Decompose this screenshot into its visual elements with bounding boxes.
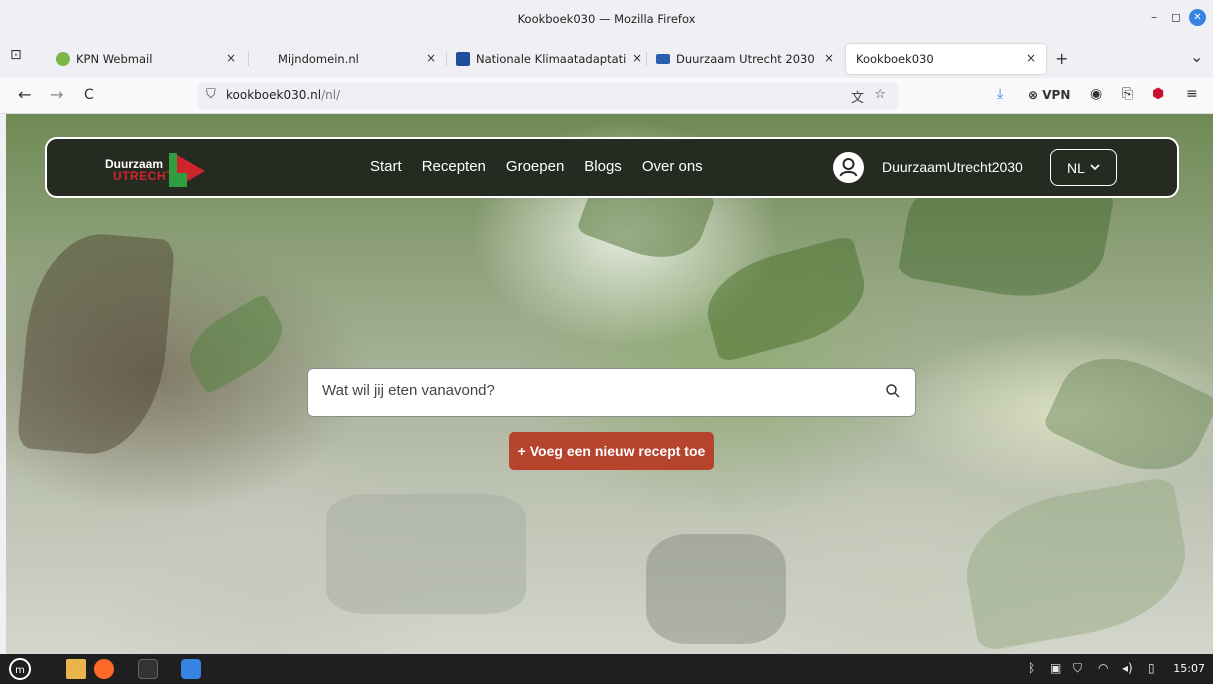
window-title: Kookboek030 — Mozilla Firefox [517, 12, 696, 26]
tab-nationale-klimaatadaptatie[interactable]: Nationale Klimaatadaptatie × [446, 44, 646, 74]
tab-label: Nationale Klimaatadaptatie [476, 52, 626, 66]
url-path: /nl/ [321, 88, 341, 102]
maximize-button[interactable]: ◻ [1171, 10, 1181, 24]
tab-overview-icon[interactable]: ⊡ [10, 47, 22, 63]
tab-label: Kookboek030 [856, 52, 934, 66]
menu-item-over-ons[interactable]: Over ons [642, 158, 703, 175]
tab-list-button[interactable]: ⌄ [1190, 47, 1203, 66]
tab-label: Duurzaam Utrecht 2030 [676, 52, 815, 66]
recipe-search-box [307, 368, 916, 417]
mijndomein-favicon-icon [258, 52, 272, 66]
menu-item-blogs[interactable]: Blogs [584, 158, 622, 175]
tab-close-icon[interactable]: × [426, 51, 436, 65]
tab-kpn-webmail[interactable]: KPN Webmail × [46, 44, 246, 74]
tracking-shield-icon[interactable]: ⛉ [206, 87, 216, 102]
url-bar[interactable]: ⛉ kookboek030.nl/nl/ 文 ☆ [198, 82, 898, 110]
svg-text:m: m [15, 665, 25, 676]
text-editor-icon[interactable] [181, 659, 201, 679]
tab-close-icon[interactable]: × [824, 51, 834, 65]
shield-tray-icon[interactable]: ⛉ [1073, 661, 1082, 676]
duurzaam-utrecht-logo[interactable]: Duurzaam UTRECHT [105, 149, 215, 189]
tab-strip: ⊡ KPN Webmail × Mijndomein.nl × National… [0, 38, 1213, 78]
add-new-recipe-button[interactable]: + Voeg een nieuw recept toe [509, 432, 714, 470]
site-header: Duurzaam UTRECHT Start Recepten Groepen … [45, 137, 1179, 198]
os-taskbar: m ᛒ ▣ ⛉ ◠ ◂) ▯ 15:07 [0, 654, 1213, 684]
kpn-favicon-icon [56, 52, 70, 66]
ublock-shield-icon[interactable]: ⬢ [1152, 86, 1164, 102]
logo-text-utrecht: UTRECHT [113, 169, 174, 183]
web-page: Duurzaam UTRECHT Start Recepten Groepen … [6, 114, 1213, 654]
file-manager-icon[interactable] [66, 659, 86, 679]
search-icon[interactable] [885, 383, 901, 399]
tab-duurzaam-utrecht[interactable]: Duurzaam Utrecht 2030 × [646, 44, 844, 74]
recipe-search-input[interactable] [322, 382, 862, 399]
battery-icon[interactable]: ▯ [1148, 661, 1155, 675]
menu-item-groepen[interactable]: Groepen [506, 158, 564, 175]
user-avatar-icon[interactable] [833, 152, 864, 183]
vpn-extension-button[interactable]: ⊗ VPN [1028, 88, 1070, 102]
chevron-down-icon [1090, 164, 1100, 171]
menu-item-recepten[interactable]: Recepten [422, 158, 486, 175]
menu-item-start[interactable]: Start [370, 158, 402, 175]
extensions-icon[interactable]: ⎘ [1122, 86, 1133, 102]
clipboard-icon[interactable]: ▣ [1050, 661, 1061, 675]
terminal-icon[interactable] [138, 659, 158, 679]
reload-button[interactable]: C [84, 87, 94, 103]
tab-close-icon[interactable]: × [632, 51, 642, 65]
username-link[interactable]: DuurzaamUtrecht2030 [882, 159, 1023, 175]
logo-mark-icon [169, 153, 205, 187]
url-text[interactable]: kookboek030.nl/nl/ [226, 88, 340, 102]
forward-button[interactable]: → [50, 85, 63, 104]
window-close-button[interactable]: ✕ [1189, 9, 1206, 26]
volume-icon[interactable]: ◂) [1122, 661, 1133, 675]
language-selector[interactable]: NL [1050, 149, 1117, 186]
tab-label: KPN Webmail [76, 52, 153, 66]
firefox-icon[interactable] [94, 659, 114, 679]
tab-mijndomein[interactable]: Mijndomein.nl × [248, 44, 446, 74]
mint-menu-icon[interactable]: m [8, 658, 32, 680]
klimaatadaptatie-favicon-icon [456, 52, 470, 66]
tab-close-icon[interactable]: × [226, 51, 236, 65]
back-button[interactable]: ← [18, 85, 31, 104]
minimize-button[interactable]: – [1151, 10, 1157, 24]
vpn-label: VPN [1042, 88, 1071, 102]
window-titlebar: Kookboek030 — Mozilla Firefox – ◻ ✕ [0, 0, 1213, 38]
bookmark-star-icon[interactable]: ☆ [874, 87, 886, 102]
bluetooth-icon[interactable]: ᛒ [1028, 661, 1035, 675]
navigation-toolbar: ← → C ⛉ kookboek030.nl/nl/ 文 ☆ ⤓ ⊗ VPN ◉… [0, 78, 1213, 114]
downloads-icon[interactable]: ⤓ [997, 86, 1003, 102]
tab-close-icon[interactable]: × [1026, 51, 1036, 65]
tab-label: Mijndomein.nl [278, 52, 359, 66]
new-tab-button[interactable]: + [1055, 49, 1068, 68]
url-host: kookboek030.nl [226, 88, 322, 102]
menu-icon[interactable]: ≡ [1186, 86, 1198, 102]
account-icon[interactable]: ◉ [1090, 86, 1102, 102]
language-value: NL [1067, 159, 1085, 176]
clock[interactable]: 15:07 [1173, 662, 1205, 675]
main-menu: Start Recepten Groepen Blogs Over ons [370, 158, 723, 175]
duurzaam-favicon-icon [656, 54, 670, 64]
wifi-icon[interactable]: ◠ [1098, 661, 1108, 675]
translate-icon[interactable]: 文 [851, 87, 864, 106]
tab-kookboek030[interactable]: Kookboek030 × [846, 44, 1046, 74]
